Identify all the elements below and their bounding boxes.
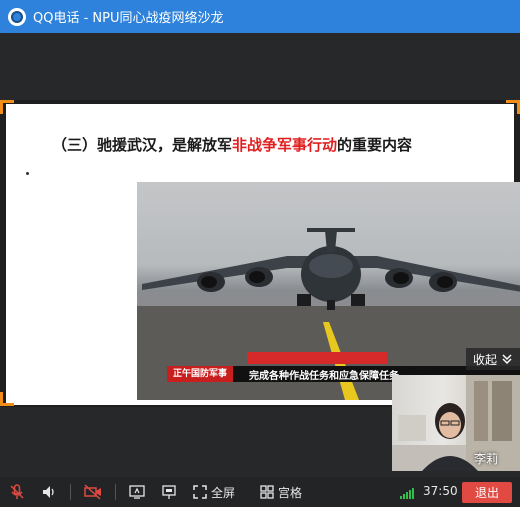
bullet-dot: [26, 172, 29, 175]
mic-muted-button[interactable]: [0, 477, 34, 507]
signal-strength-icon: [400, 487, 414, 499]
shared-screen: （三）驰援武汉，是解放军非战争军事行动的重要内容 正午国防军事 完成各种作战任务…: [0, 100, 520, 407]
collapse-button[interactable]: 收起: [466, 348, 520, 370]
news-headline: 完成各种作战任务和应急保障任务: [249, 370, 400, 382]
speaker-button[interactable]: [34, 477, 64, 507]
share-frame-corner: [0, 392, 14, 406]
screen-share-icon: [129, 485, 145, 499]
caption-accent: [247, 352, 387, 364]
collapse-label: 收起: [472, 352, 497, 367]
participant-video[interactable]: 李莉: [392, 375, 520, 471]
speaker-icon: [43, 486, 54, 498]
grid-icon: [260, 485, 274, 499]
news-program-tag: 正午国防军事: [167, 366, 234, 382]
camera-off-button[interactable]: [77, 477, 109, 507]
grid-view-button[interactable]: 宫格: [252, 477, 310, 507]
heading-suffix: 的重要内容: [337, 136, 413, 154]
presentation-slide: （三）驰援武汉，是解放军非战争军事行动的重要内容 正午国防军事 完成各种作战任务…: [6, 104, 520, 405]
exit-button[interactable]: 退出: [462, 482, 512, 503]
window-title: QQ电话 - NPU同心战疫网络沙龙: [33, 11, 224, 26]
qq-call-icon: [8, 7, 26, 26]
toolbar-divider: [115, 484, 116, 500]
call-timer: 37:50: [423, 484, 458, 498]
fullscreen-label: 全屏: [210, 485, 235, 500]
presentation-icon: [162, 485, 176, 499]
camera-off-icon: [84, 484, 101, 500]
mic-muted-icon: [10, 484, 24, 499]
aircraft-photo: 正午国防军事 完成各种作战任务和应急保障任务: [137, 182, 520, 400]
presentation-button[interactable]: [152, 477, 186, 507]
screen-share-button[interactable]: [122, 477, 152, 507]
fullscreen-button[interactable]: 全屏: [186, 477, 242, 507]
share-frame-corner: [506, 100, 520, 114]
title-bar: QQ电话 - NPU同心战疫网络沙龙: [0, 0, 520, 33]
toolbar-divider: [70, 484, 71, 500]
participant-portrait: [392, 375, 520, 471]
share-frame-corner: [0, 100, 14, 114]
slide-heading: （三）驰援武汉，是解放军非战争军事行动的重要内容: [52, 134, 412, 155]
grid-label: 宫格: [277, 485, 302, 500]
double-chevron-down-icon: [502, 354, 512, 365]
fullscreen-icon: [193, 485, 207, 499]
heading-prefix: （三）驰援武汉，是解放军: [52, 136, 233, 154]
heading-emphasis: 非战争军事行动: [232, 136, 338, 154]
participant-name: 李莉: [473, 452, 498, 466]
